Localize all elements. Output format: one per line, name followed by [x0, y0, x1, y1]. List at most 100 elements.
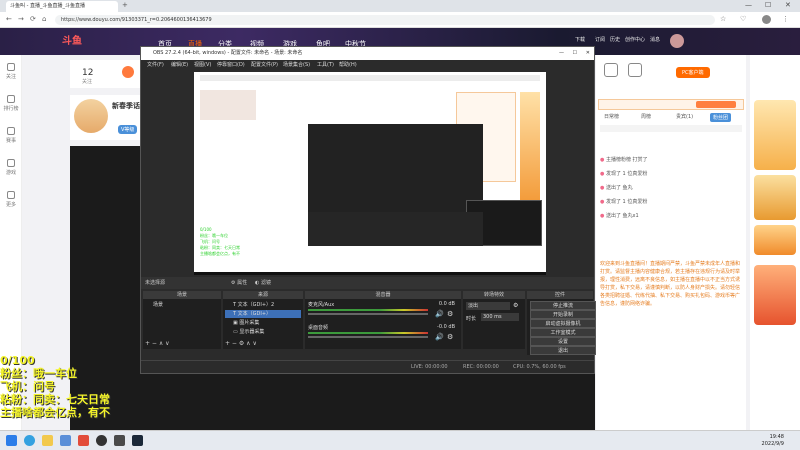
bookmark-icon[interactable]: ♡ — [740, 15, 746, 23]
menu-edit[interactable]: 编辑(E) — [171, 60, 188, 70]
menu-file[interactable]: 文件(F) — [147, 60, 164, 70]
tab-fan-club[interactable]: 粉丝团 — [710, 113, 732, 122]
menu-view[interactable]: 视图(V) — [194, 60, 211, 70]
tab-daily-rank[interactable]: 日常榜 — [604, 113, 619, 120]
source-item[interactable]: ▣ 图片采集 — [225, 319, 301, 327]
promo-banner[interactable] — [754, 100, 796, 170]
audio-meter — [308, 332, 428, 334]
streamer-avatar[interactable] — [74, 99, 108, 133]
menu-scene-collection[interactable]: 场景集合(S) — [283, 60, 310, 70]
edge-icon[interactable] — [24, 435, 35, 446]
gear-icon[interactable]: ⚙ — [447, 333, 453, 341]
user-avatar[interactable] — [670, 34, 684, 48]
mixer-dock: 麦克风/Aux 0.0 dB 🔊 ⚙ 桌面音频 -0.0 dB 🔊 ⚙ — [305, 299, 461, 349]
tab-vip[interactable]: 贵宾(1) — [676, 113, 693, 120]
minimize-window-button[interactable]: — — [745, 1, 752, 9]
start-icon[interactable] — [6, 435, 17, 446]
sidebar-item-ranking[interactable]: 排行榜 — [0, 95, 22, 112]
download-link[interactable]: 下载 — [575, 36, 585, 43]
nested-browser-bar — [200, 75, 540, 81]
refresh-icon[interactable]: ⟳ — [30, 15, 36, 23]
source-controls[interactable]: + − ⚙ ∧ ∨ — [225, 340, 257, 347]
close-window-button[interactable]: ✕ — [785, 1, 791, 9]
obs-maximize-button[interactable]: ☐ — [573, 47, 577, 60]
virtual-camera-button[interactable]: 启动虚拟摄像机 — [530, 319, 596, 328]
obs-preview[interactable]: 0/100 粉丝：哦一车位 飞机：问号 粘粉：同卖：七天日常 主播啥都会亿点，有… — [194, 72, 546, 272]
scene-controls[interactable]: + − ∧ ∨ — [145, 340, 170, 347]
menu-help[interactable]: 帮助(H) — [339, 60, 357, 70]
creator-link[interactable]: 创作中心 — [625, 36, 645, 43]
address-bar-row: ← → ⟳ ⌂ https://www.douyu.com/91303371_r… — [0, 12, 800, 28]
app-icon[interactable] — [114, 435, 125, 446]
studio-mode-button[interactable]: 工作室模式 — [530, 328, 596, 337]
messages-link[interactable]: 消息 — [650, 36, 660, 43]
obs-title-bar: OBS 27.2.4 (64-bit, windows) - 配置文件: 未命名… — [141, 47, 594, 60]
edit-icon[interactable] — [604, 63, 618, 77]
source-item[interactable]: T 文本（GDI+） — [225, 310, 301, 318]
history-link[interactable]: 历史 — [610, 36, 620, 43]
transitions-dock: 淡出 ⚙ 时长 300 ms — [463, 299, 525, 349]
volume-slider[interactable] — [308, 313, 428, 315]
trophy-icon — [7, 95, 15, 103]
settings-button[interactable]: 设置 — [530, 337, 596, 346]
exit-button[interactable]: 退出 — [530, 346, 596, 355]
browser-tab-douyu[interactable]: 斗鱼叫 - 直播_斗鱼直播_斗鱼直播 — [6, 1, 118, 12]
gear-icon[interactable]: ⚙ — [513, 302, 518, 309]
nested-overlay-text: 0/100 粉丝：哦一车位 飞机：问号 粘粉：同卖：七天日常 主播啥都会亿点，有… — [200, 227, 310, 267]
duration-input[interactable]: 300 ms — [481, 313, 519, 321]
sidebar-item-follow[interactable]: 关注 — [0, 63, 22, 80]
browser-tab-bar: 斗鱼叫 - 直播_斗鱼直播_斗鱼直播 + — ☐ ✕ — [0, 0, 800, 12]
steam-icon[interactable] — [132, 435, 143, 446]
overlay-line: 0/100 — [0, 354, 35, 367]
sidebar-item-games[interactable]: 游戏 — [0, 159, 22, 176]
volume-slider[interactable] — [308, 336, 428, 338]
stream-overlay-text: 0/100 粉丝：哦一车位 飞机：问号 粘粉：同卖：七天日常 主播啥都会亿点，有… — [0, 354, 150, 419]
menu-icon[interactable]: ⋮ — [782, 15, 789, 23]
file-explorer-icon[interactable] — [42, 435, 53, 446]
mixer-channel-name: 桌面音频 — [308, 325, 329, 331]
promo-banner[interactable] — [754, 265, 796, 325]
start-recording-button[interactable]: 开始录制 — [530, 310, 596, 319]
new-tab-button[interactable]: + — [122, 1, 128, 9]
obs-icon[interactable] — [96, 435, 107, 446]
mixer-channel-db: 0.0 dB — [438, 301, 455, 307]
forward-icon[interactable]: → — [18, 15, 24, 23]
obs-minimize-button[interactable]: — — [559, 47, 564, 60]
filters-button[interactable]: ◐ 滤镜 — [255, 277, 271, 289]
maximize-window-button[interactable]: ☐ — [765, 1, 771, 9]
menu-docks[interactable]: 停靠窗口(D) — [217, 60, 245, 70]
gear-icon[interactable]: ⚙ — [447, 310, 453, 318]
speaker-icon[interactable]: 🔊 — [435, 333, 444, 341]
obs-close-button[interactable]: ✕ — [586, 47, 590, 60]
site-logo[interactable]: 斗鱼 — [62, 32, 102, 50]
rank-action-button[interactable] — [696, 101, 736, 108]
source-item[interactable]: ▭ 显示器采集 — [225, 328, 301, 336]
back-icon[interactable]: ← — [6, 15, 12, 23]
stop-streaming-button[interactable]: 停止推流 — [530, 301, 596, 310]
promo-banner[interactable] — [754, 225, 796, 255]
speaker-icon[interactable]: 🔊 — [435, 310, 444, 318]
preview-bottom-bar — [194, 272, 546, 275]
extensions-icon[interactable]: ☆ — [720, 15, 726, 23]
sidebar-item-events[interactable]: 赛事 — [0, 127, 22, 144]
app-icon[interactable] — [60, 435, 71, 446]
share-icon[interactable] — [628, 63, 642, 77]
properties-button[interactable]: ⚙ 属性 — [231, 277, 247, 289]
promo-banner[interactable] — [754, 175, 796, 220]
tab-weekly-rank[interactable]: 周榜 — [641, 113, 651, 120]
menu-tools[interactable]: 工具(T) — [317, 60, 334, 70]
taskbar-clock[interactable]: 19:48 2022/9/9 — [762, 434, 784, 448]
pc-client-button[interactable]: PC客户端 — [676, 67, 710, 78]
home-icon[interactable]: ⌂ — [42, 15, 46, 23]
app-icon[interactable] — [78, 435, 89, 446]
url-input[interactable]: https://www.douyu.com/91303371_r=0.20646… — [55, 15, 715, 25]
profile-avatar[interactable] — [762, 15, 771, 24]
transition-select[interactable]: 淡出 — [466, 302, 510, 310]
chat-badge: ● — [600, 199, 605, 205]
menu-profile[interactable]: 配置文件(P) — [251, 60, 278, 70]
sidebar-item-more[interactable]: 更多 — [0, 191, 22, 208]
source-item[interactable]: T 文本（GDI+）2 — [225, 301, 301, 309]
scene-item[interactable]: 场景 — [145, 301, 221, 309]
subscribe-link[interactable]: 订阅 — [595, 36, 605, 43]
follow-button[interactable] — [122, 66, 134, 78]
